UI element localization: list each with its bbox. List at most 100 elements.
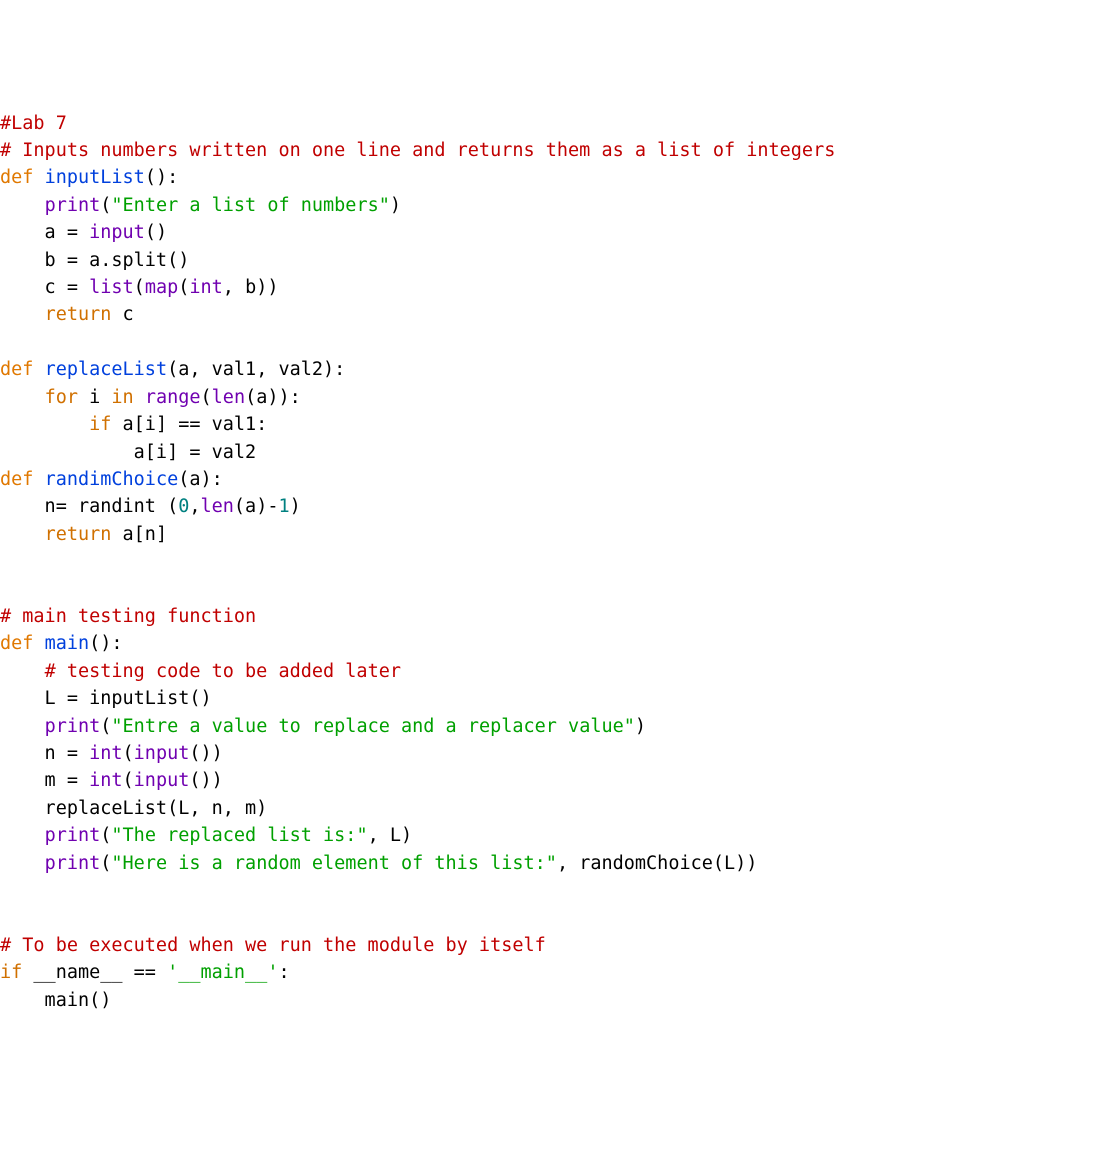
- code-token: return: [45, 524, 112, 545]
- code-token: main(): [0, 990, 111, 1011]
- code-token: a[n]: [111, 524, 167, 545]
- code-line: m = int(input()): [0, 767, 1104, 794]
- code-token: (a)-: [234, 496, 279, 517]
- code-line: def main():: [0, 630, 1104, 657]
- code-token: if: [89, 414, 111, 435]
- code-token: ): [390, 195, 401, 216]
- code-line: [0, 877, 1104, 904]
- code-token: "Here is a random element of this list:": [111, 853, 557, 874]
- code-token: [0, 387, 45, 408]
- code-token: a[i] == val1:: [111, 414, 267, 435]
- code-token: ()): [189, 770, 222, 791]
- code-token: [134, 387, 145, 408]
- code-token: 0: [178, 496, 189, 517]
- code-token: return: [45, 304, 112, 325]
- code-token: (: [100, 853, 111, 874]
- code-token: (: [178, 277, 189, 298]
- code-line: for i in range(len(a)):: [0, 384, 1104, 411]
- code-token: [0, 414, 89, 435]
- code-token: replaceList: [45, 359, 168, 380]
- code-line: #Lab 7: [0, 110, 1104, 137]
- code-token: int: [89, 743, 122, 764]
- code-token: def: [0, 633, 45, 654]
- code-line: a = input(): [0, 219, 1104, 246]
- code-token: (: [100, 825, 111, 846]
- code-token: (: [201, 387, 212, 408]
- code-token: (a):: [178, 469, 223, 490]
- code-token: b = a.split(): [0, 250, 189, 271]
- code-token: [0, 524, 45, 545]
- code-token: '__main__': [167, 962, 278, 983]
- code-line: return a[n]: [0, 521, 1104, 548]
- code-token: print: [45, 825, 101, 846]
- code-token: [0, 661, 45, 682]
- code-token: replaceList(L, n, m): [0, 798, 267, 819]
- code-line: # testing code to be added later: [0, 658, 1104, 685]
- code-line: def replaceList(a, val1, val2):: [0, 356, 1104, 383]
- code-token: int: [189, 277, 222, 298]
- code-token: a[i] = val2: [0, 442, 256, 463]
- code-token: print: [45, 716, 101, 737]
- code-line: if __name__ == '__main__':: [0, 959, 1104, 986]
- code-line: def randimChoice(a):: [0, 466, 1104, 493]
- code-token: c: [111, 304, 133, 325]
- code-token: [0, 716, 45, 737]
- code-token: "Entre a value to replace and a replacer…: [111, 716, 634, 737]
- code-line: # main testing function: [0, 603, 1104, 630]
- code-token: [0, 195, 45, 216]
- code-token: [0, 304, 45, 325]
- code-token: :: [278, 962, 289, 983]
- code-token: #Lab 7: [0, 113, 67, 134]
- code-token: (): [145, 222, 167, 243]
- code-line: if a[i] == val1:: [0, 411, 1104, 438]
- code-line: c = list(map(int, b)): [0, 274, 1104, 301]
- code-line: [0, 548, 1104, 575]
- code-token: __name__ ==: [22, 962, 167, 983]
- code-line: print("Entre a value to replace and a re…: [0, 713, 1104, 740]
- code-token: (: [134, 277, 145, 298]
- code-token: randimChoice: [45, 469, 179, 490]
- code-token: , b)): [223, 277, 279, 298]
- code-token: range: [145, 387, 201, 408]
- code-token: # To be executed when we run the module …: [0, 935, 546, 956]
- code-token: "The replaced list is:": [111, 825, 367, 846]
- code-token: "Enter a list of numbers": [111, 195, 389, 216]
- code-line: print("Enter a list of numbers"): [0, 192, 1104, 219]
- code-line: replaceList(L, n, m): [0, 795, 1104, 822]
- code-token: in: [111, 387, 133, 408]
- code-token: ): [635, 716, 646, 737]
- code-line: [0, 904, 1104, 931]
- code-token: def: [0, 469, 45, 490]
- code-token: (: [123, 743, 134, 764]
- code-line: L = inputList(): [0, 685, 1104, 712]
- code-token: ()): [189, 743, 222, 764]
- code-token: if: [0, 962, 22, 983]
- code-line: b = a.split(): [0, 247, 1104, 274]
- code-token: main: [45, 633, 90, 654]
- code-token: (: [100, 716, 111, 737]
- code-line: return c: [0, 301, 1104, 328]
- code-line: main(): [0, 987, 1104, 1014]
- code-token: L = inputList(): [0, 688, 212, 709]
- code-line: [0, 329, 1104, 356]
- code-token: ,: [189, 496, 200, 517]
- code-token: (: [123, 770, 134, 791]
- code-token: n= randint (: [0, 496, 178, 517]
- code-token: list: [89, 277, 134, 298]
- code-token: 1: [278, 496, 289, 517]
- code-token: [0, 853, 45, 874]
- code-token: input: [89, 222, 145, 243]
- code-line: n= randint (0,len(a)-1): [0, 493, 1104, 520]
- code-line: def inputList():: [0, 164, 1104, 191]
- code-token: # main testing function: [0, 606, 256, 627]
- code-token: int: [89, 770, 122, 791]
- code-line: print("The replaced list is:", L): [0, 822, 1104, 849]
- code-token: print: [45, 195, 101, 216]
- code-token: print: [45, 853, 101, 874]
- code-token: for: [45, 387, 78, 408]
- code-token: [0, 825, 45, 846]
- code-token: input: [134, 770, 190, 791]
- code-token: c =: [0, 277, 89, 298]
- code-token: # Inputs numbers written on one line and…: [0, 140, 835, 161]
- code-line: [0, 576, 1104, 603]
